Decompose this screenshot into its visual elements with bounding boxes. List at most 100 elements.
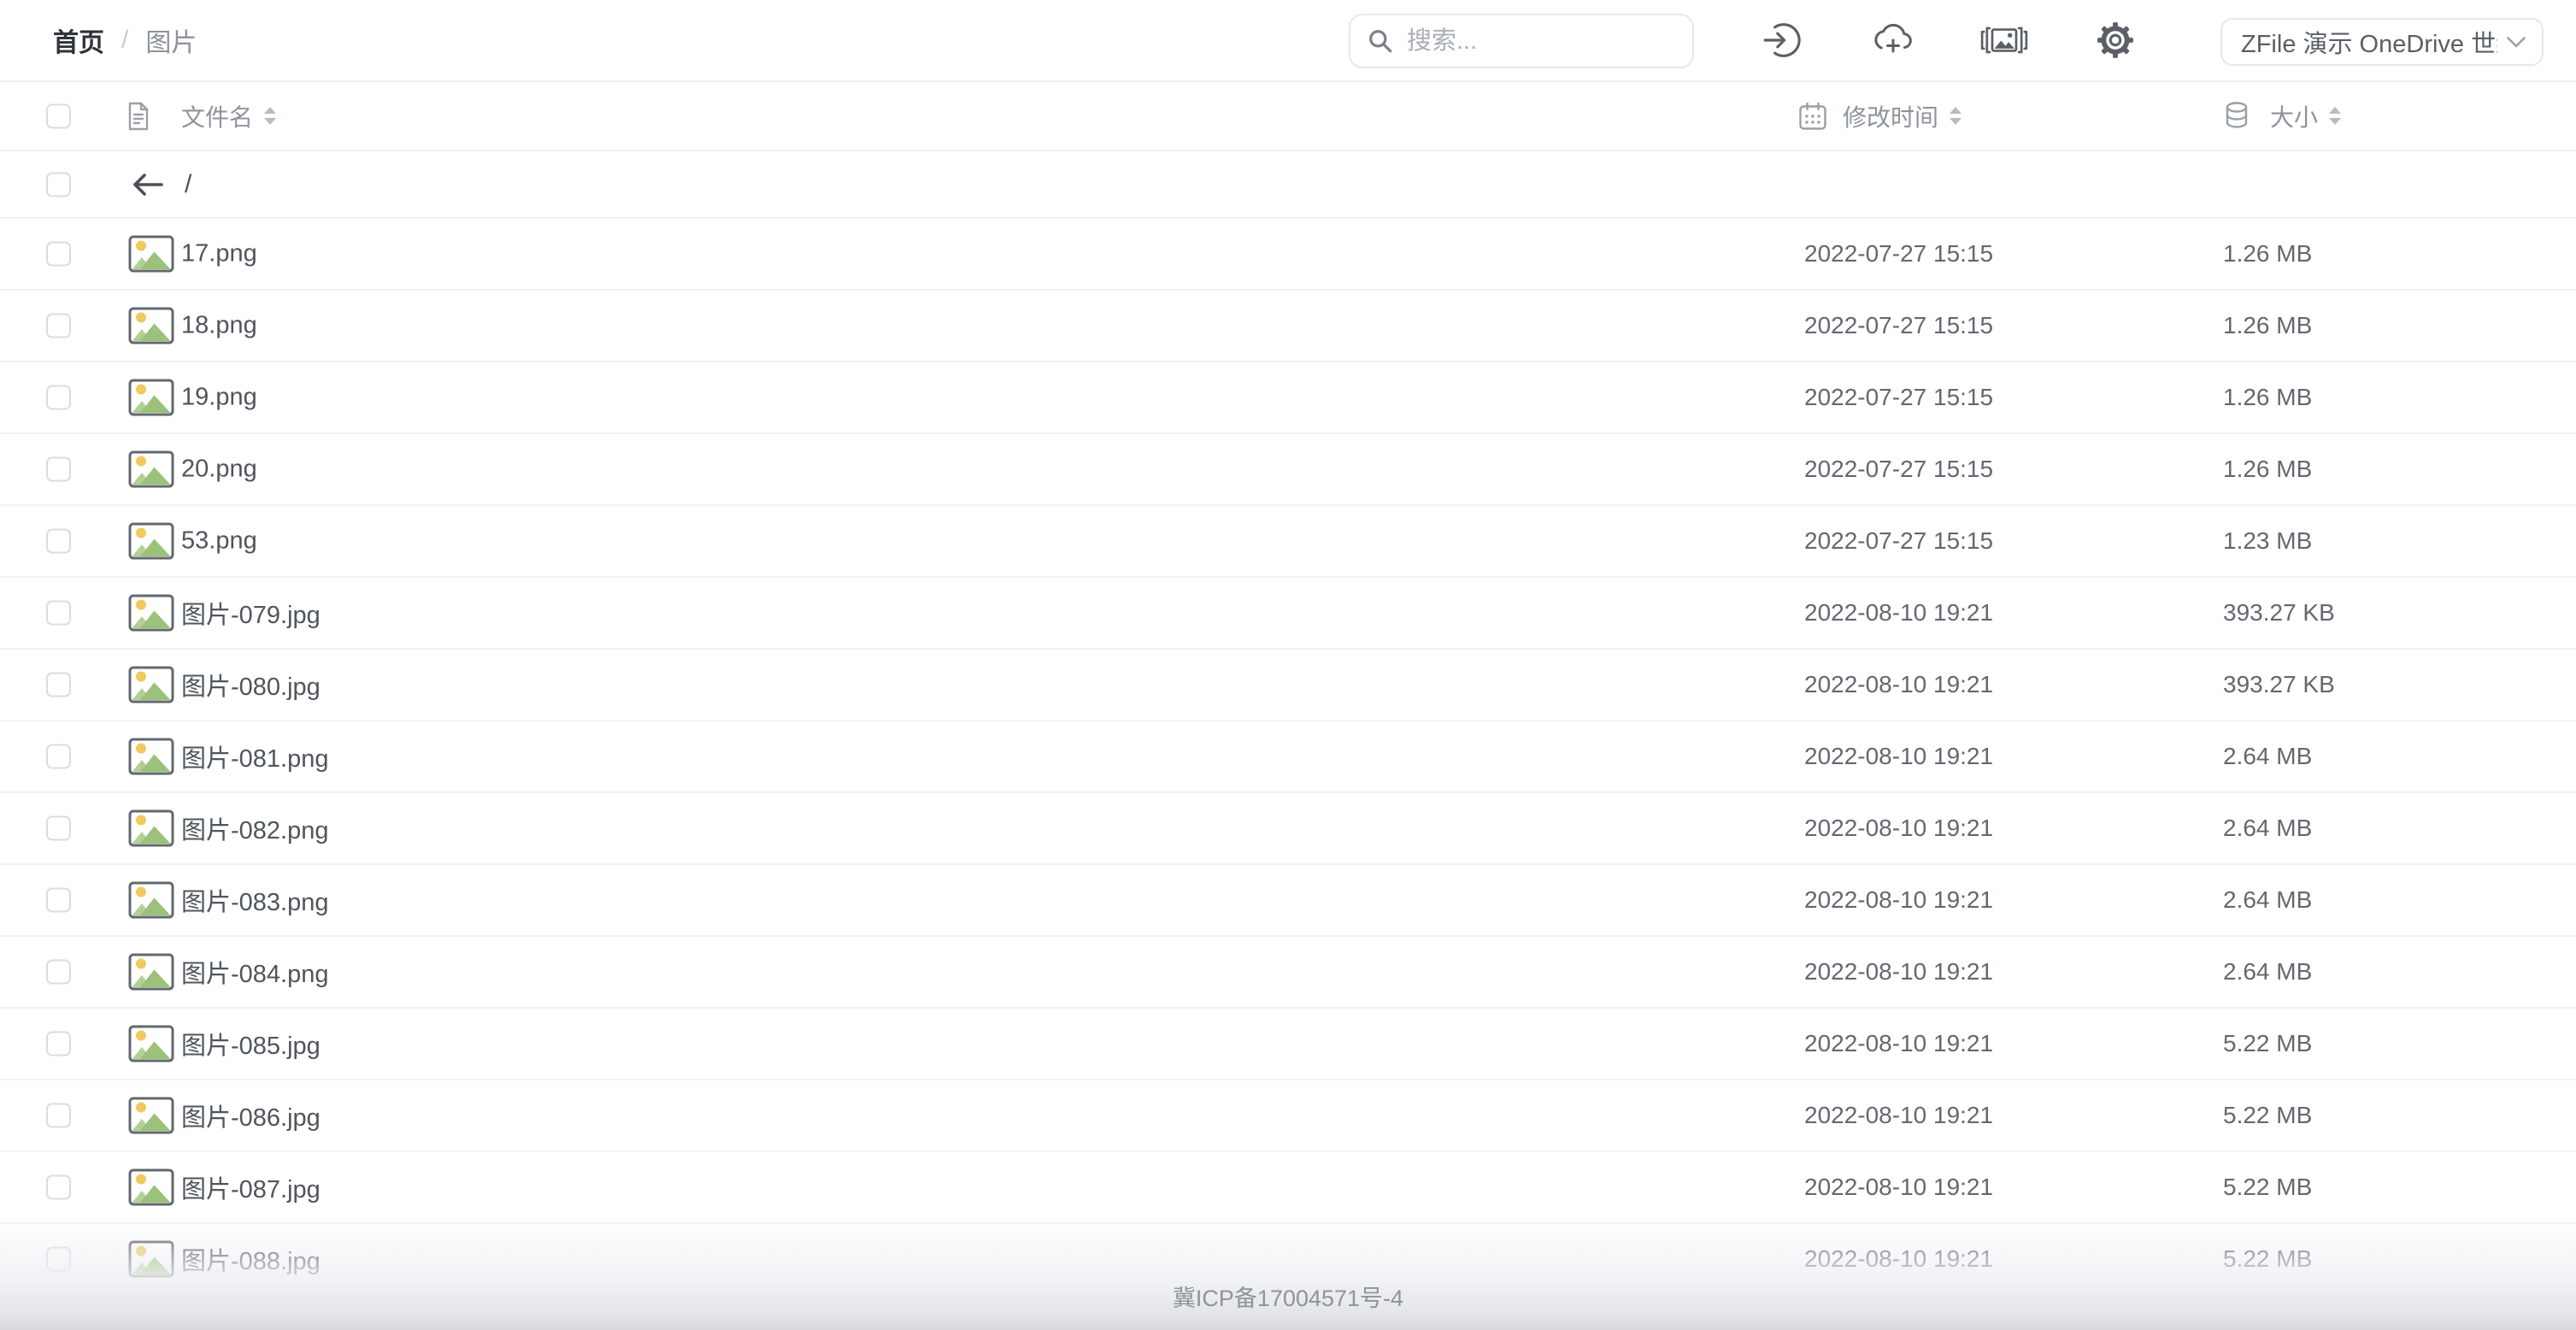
image-file-icon bbox=[128, 235, 174, 273]
login-icon[interactable] bbox=[1752, 0, 1812, 80]
header-modified-label: 修改时间 bbox=[1843, 99, 1938, 133]
row-checkbox[interactable] bbox=[46, 1032, 71, 1056]
table-row[interactable]: 19.png 2022-07-27 15:15 1.26 MB bbox=[0, 362, 2576, 434]
row-checkbox[interactable] bbox=[46, 242, 71, 267]
sort-by-name[interactable]: 文件名 bbox=[181, 99, 277, 133]
icp-license-link[interactable]: 冀ICP备17004571号-4 bbox=[0, 1280, 2576, 1313]
table-row[interactable]: 图片-083.png 2022-08-10 19:21 2.64 MB bbox=[0, 865, 2576, 937]
breadcrumb-current-folder[interactable]: 图片 bbox=[145, 21, 197, 59]
row-checkbox[interactable] bbox=[46, 816, 71, 841]
settings-gear-icon[interactable] bbox=[2085, 0, 2145, 80]
file-size: 2.64 MB bbox=[2223, 958, 2312, 986]
image-file-icon bbox=[128, 1168, 174, 1206]
file-name-link[interactable]: 图片-083.png bbox=[181, 882, 329, 918]
sort-by-modified[interactable]: 修改时间 bbox=[1798, 99, 1962, 133]
file-modified-time: 2022-08-10 19:21 bbox=[1804, 815, 1993, 842]
file-modified-time: 2022-07-27 15:15 bbox=[1804, 456, 1993, 483]
table-row[interactable]: 图片-082.png 2022-08-10 19:21 2.64 MB bbox=[0, 793, 2576, 865]
calendar-icon bbox=[1798, 102, 1827, 131]
image-file-icon bbox=[128, 594, 174, 632]
file-modified-time: 2022-08-10 19:21 bbox=[1804, 1174, 1993, 1201]
table-row[interactable]: 图片-086.jpg 2022-08-10 19:21 5.22 MB bbox=[0, 1080, 2576, 1152]
sort-by-size[interactable]: 大小 bbox=[2224, 99, 2342, 133]
header-size-label: 大小 bbox=[2270, 99, 2318, 133]
table-row[interactable]: 18.png 2022-07-27 15:15 1.26 MB bbox=[0, 291, 2576, 362]
file-name-link[interactable]: 图片-082.png bbox=[181, 810, 329, 846]
table-row[interactable]: 图片-080.jpg 2022-08-10 19:21 393.27 KB bbox=[0, 650, 2576, 721]
table-row[interactable]: 图片-085.jpg 2022-08-10 19:21 5.22 MB bbox=[0, 1009, 2576, 1080]
file-name-link[interactable]: 19.png bbox=[181, 384, 257, 412]
table-row[interactable]: 图片-081.png 2022-08-10 19:21 2.64 MB bbox=[0, 721, 2576, 793]
row-checkbox[interactable] bbox=[46, 1175, 71, 1200]
row-checkbox[interactable] bbox=[46, 960, 71, 985]
image-file-icon bbox=[128, 450, 174, 488]
sort-arrows-icon bbox=[2328, 106, 2342, 127]
image-file-icon bbox=[128, 738, 174, 775]
file-name-link[interactable]: 图片-088.jpg bbox=[181, 1241, 321, 1277]
file-name-link[interactable]: 20.png bbox=[181, 456, 257, 484]
file-name-link[interactable]: 图片-085.jpg bbox=[181, 1026, 321, 1062]
file-name-link[interactable]: 图片-087.jpg bbox=[181, 1169, 321, 1205]
file-name-link[interactable]: 图片-079.jpg bbox=[181, 595, 321, 631]
table-row[interactable]: 20.png 2022-07-27 15:15 1.26 MB bbox=[0, 434, 2576, 506]
row-checkbox[interactable] bbox=[46, 673, 71, 697]
table-row[interactable]: 17.png 2022-07-27 15:15 1.26 MB bbox=[0, 219, 2576, 291]
file-size: 5.22 MB bbox=[2223, 1245, 2312, 1273]
row-checkbox[interactable] bbox=[46, 744, 71, 769]
image-file-icon bbox=[128, 809, 174, 847]
table-row[interactable]: 图片-087.jpg 2022-08-10 19:21 5.22 MB bbox=[0, 1152, 2576, 1224]
breadcrumb-home[interactable]: 首页 bbox=[53, 21, 104, 59]
row-checkbox[interactable] bbox=[46, 385, 71, 410]
file-name-link[interactable]: 17.png bbox=[181, 240, 257, 268]
breadcrumb-separator: / bbox=[121, 26, 128, 55]
search-input[interactable] bbox=[1407, 27, 1675, 56]
row-checkbox[interactable] bbox=[46, 172, 71, 197]
row-checkbox[interactable] bbox=[46, 314, 71, 338]
image-file-icon bbox=[128, 953, 174, 991]
file-name-link[interactable]: 图片-084.png bbox=[181, 954, 329, 990]
gallery-view-icon[interactable] bbox=[1974, 0, 2034, 80]
image-file-icon bbox=[128, 307, 174, 344]
file-name-link[interactable]: 18.png bbox=[181, 312, 257, 340]
current-path: / bbox=[185, 170, 191, 199]
table-row[interactable]: 53.png 2022-07-27 15:15 1.23 MB bbox=[0, 506, 2576, 578]
back-to-parent-row[interactable]: / bbox=[0, 151, 2576, 219]
storage-select[interactable]: ZFile 演示 OneDrive 世纪 bbox=[2220, 18, 2544, 66]
row-checkbox[interactable] bbox=[46, 888, 71, 913]
table-row[interactable]: 图片-079.jpg 2022-08-10 19:21 393.27 KB bbox=[0, 578, 2576, 650]
file-size: 2.64 MB bbox=[2223, 743, 2312, 770]
row-checkbox[interactable] bbox=[46, 1247, 71, 1272]
file-size: 393.27 KB bbox=[2223, 599, 2335, 627]
zfile-page: 首页 / 图片 bbox=[0, 0, 2576, 1330]
image-file-icon bbox=[128, 379, 174, 416]
file-modified-time: 2022-07-27 15:15 bbox=[1804, 527, 1993, 555]
row-checkbox[interactable] bbox=[46, 1103, 71, 1128]
file-name-link[interactable]: 图片-081.png bbox=[181, 739, 329, 774]
file-size: 1.26 MB bbox=[2223, 240, 2312, 268]
breadcrumb: 首页 / 图片 bbox=[53, 0, 197, 80]
toolbar-icons bbox=[1752, 0, 2145, 80]
file-modified-time: 2022-07-27 15:15 bbox=[1804, 384, 1993, 411]
select-all-checkbox[interactable] bbox=[46, 103, 71, 128]
image-file-icon bbox=[128, 1025, 174, 1062]
file-size: 1.26 MB bbox=[2223, 456, 2312, 483]
cloud-upload-icon[interactable] bbox=[1863, 0, 1923, 80]
table-row[interactable]: 图片-084.png 2022-08-10 19:21 2.64 MB bbox=[0, 937, 2576, 1009]
row-checkbox[interactable] bbox=[46, 529, 71, 554]
header-name-label: 文件名 bbox=[181, 99, 253, 133]
file-modified-time: 2022-08-10 19:21 bbox=[1804, 1030, 1993, 1057]
file-modified-time: 2022-08-10 19:21 bbox=[1804, 886, 1993, 914]
file-size: 2.64 MB bbox=[2223, 815, 2312, 842]
file-name-link[interactable]: 图片-086.jpg bbox=[181, 1098, 321, 1133]
back-arrow-icon[interactable] bbox=[130, 171, 164, 198]
file-size: 1.26 MB bbox=[2223, 312, 2312, 339]
row-checkbox[interactable] bbox=[46, 601, 71, 626]
chevron-down-icon bbox=[2497, 36, 2526, 49]
database-icon bbox=[2224, 101, 2250, 132]
file-name-link[interactable]: 53.png bbox=[181, 527, 257, 556]
file-name-link[interactable]: 图片-080.jpg bbox=[181, 667, 321, 703]
row-checkbox[interactable] bbox=[46, 457, 71, 482]
file-size: 5.22 MB bbox=[2223, 1030, 2312, 1057]
file-modified-time: 2022-08-10 19:21 bbox=[1804, 599, 1993, 627]
file-size: 393.27 KB bbox=[2223, 671, 2335, 698]
